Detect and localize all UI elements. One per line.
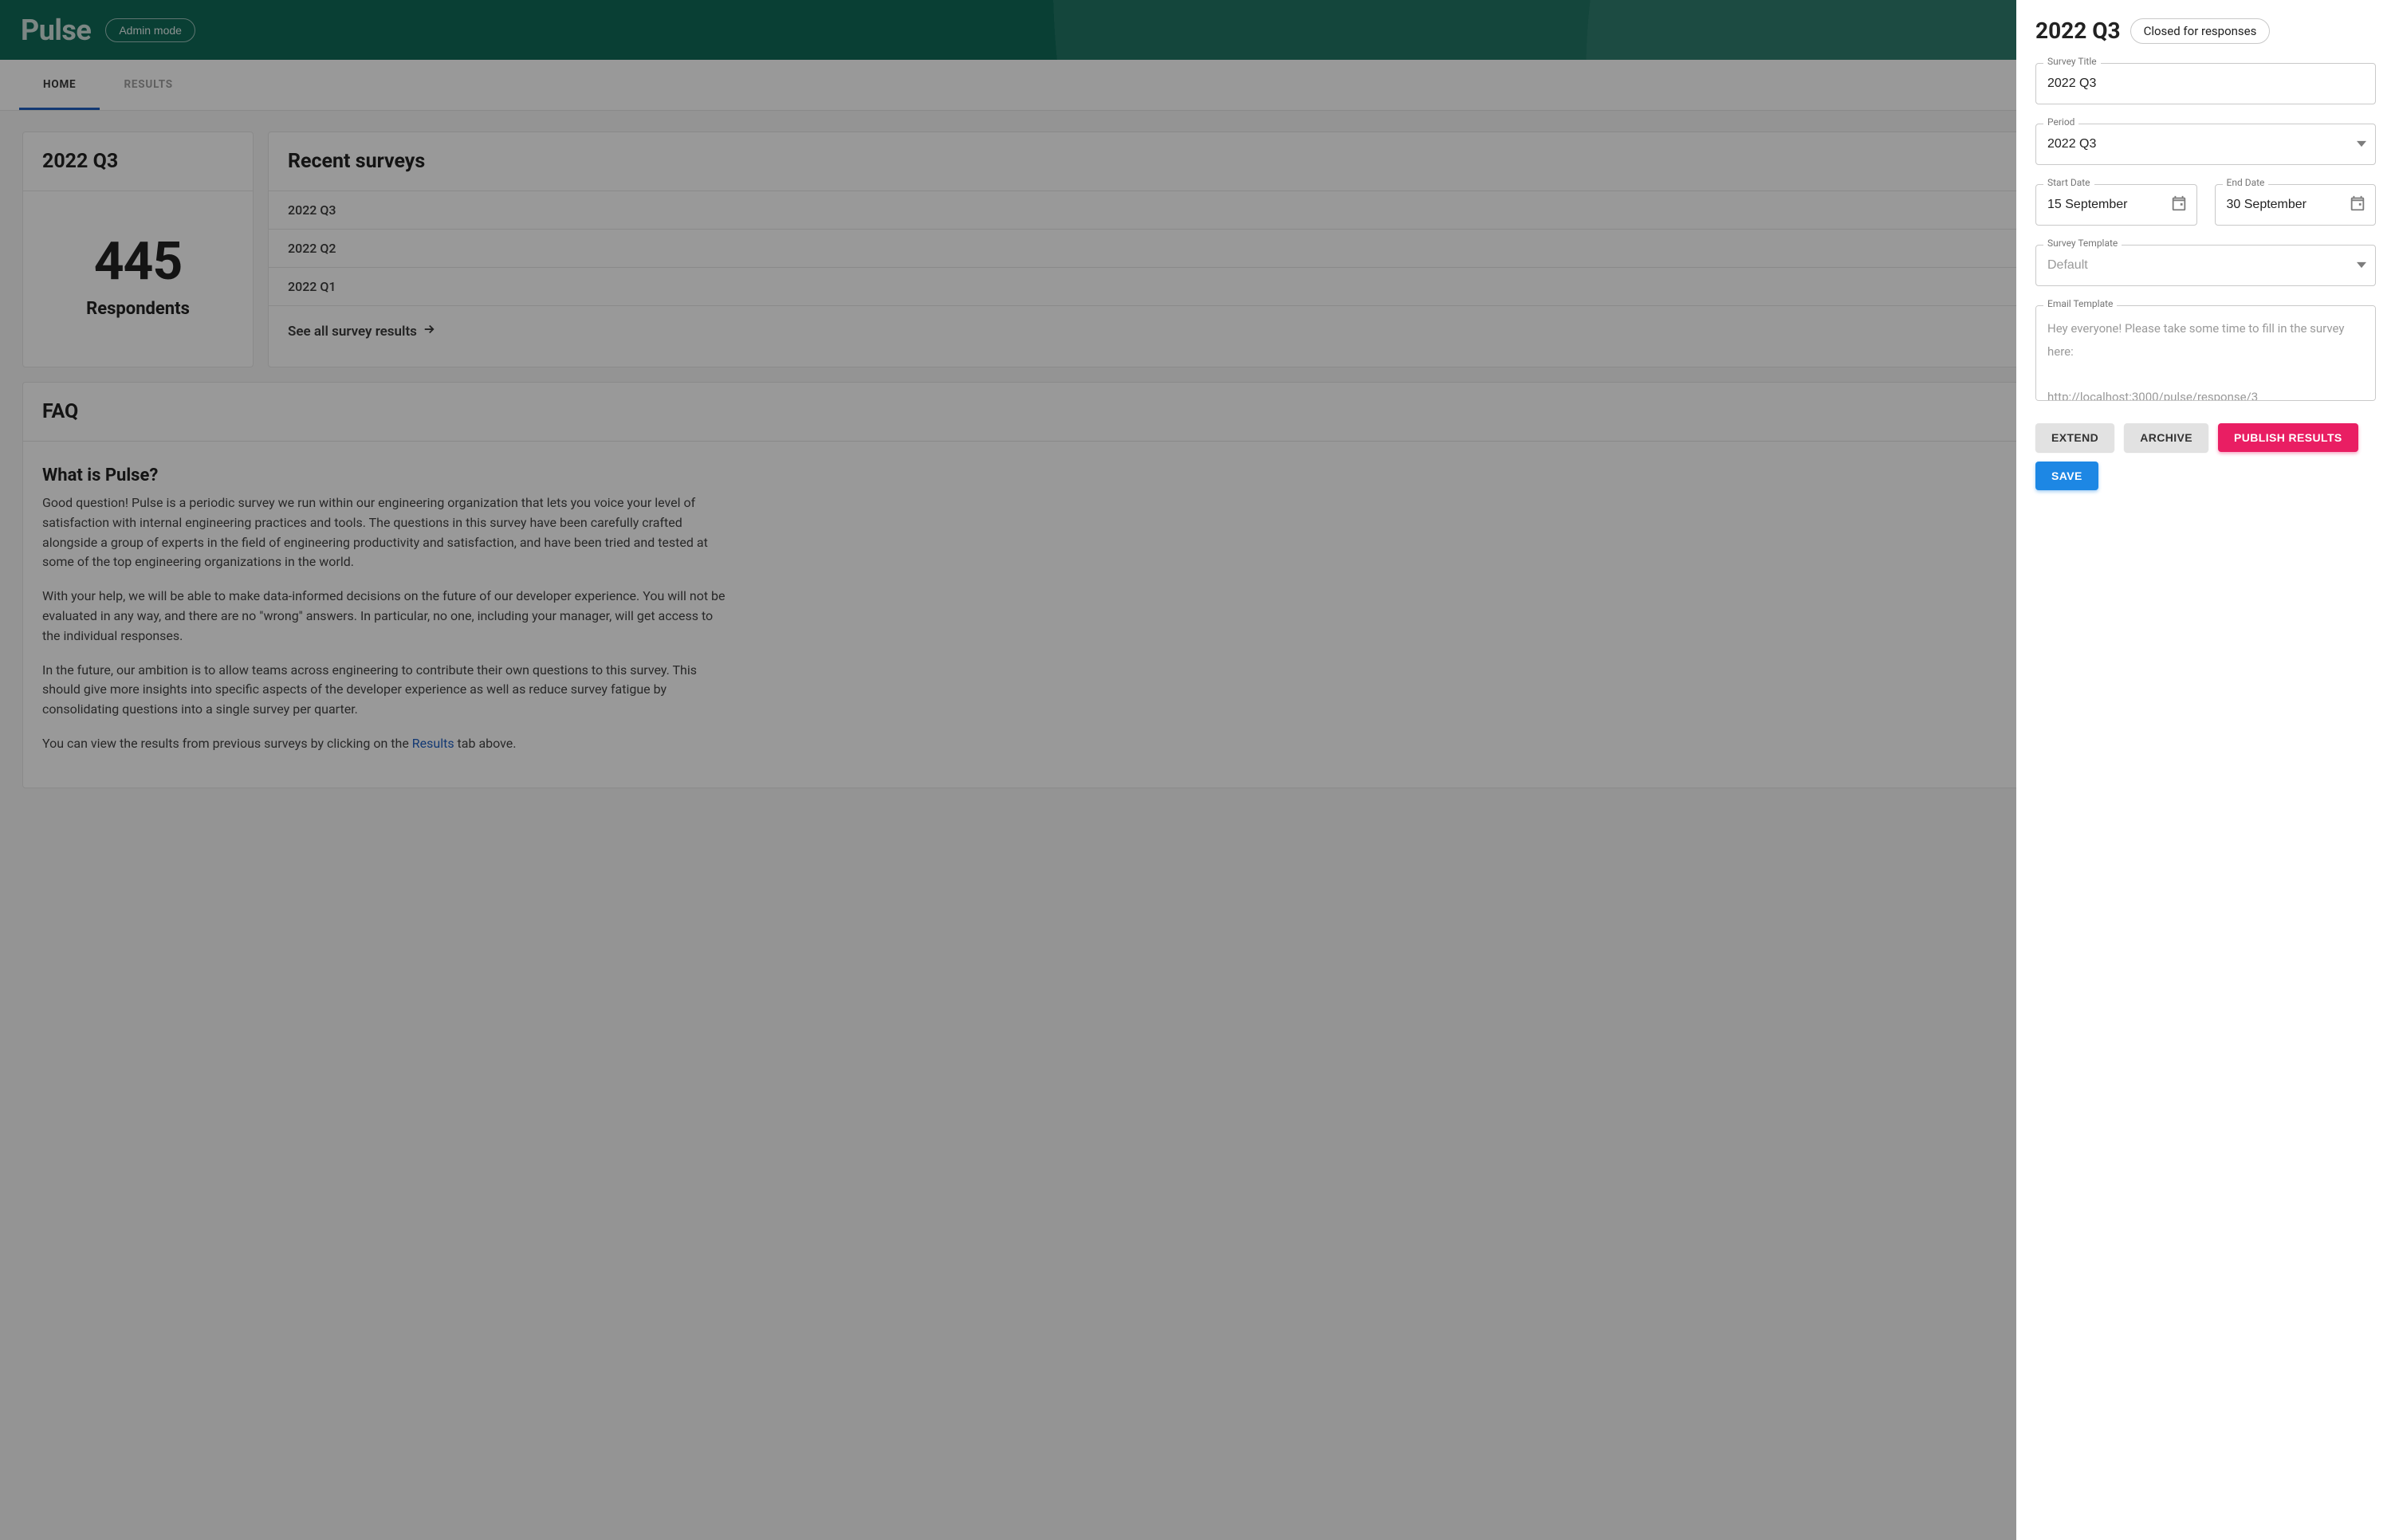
email-template-label: Email Template [2043,298,2117,309]
panel-title: 2022 Q3 [2035,18,2121,44]
survey-template-label: Survey Template [2043,238,2122,249]
survey-template-select[interactable] [2035,245,2376,286]
start-date-label: Start Date [2043,177,2094,188]
publish-results-button[interactable]: PUBLISH RESULTS [2218,423,2358,452]
end-date-label: End Date [2223,177,2269,188]
status-badge: Closed for responses [2130,18,2271,44]
save-button[interactable]: SAVE [2035,462,2098,490]
start-date-input[interactable] [2035,184,2197,226]
archive-button[interactable]: ARCHIVE [2124,423,2208,452]
period-label: Period [2043,116,2078,128]
survey-title-input[interactable] [2035,63,2376,104]
survey-edit-panel: 2022 Q3 Closed for responses Survey Titl… [2016,0,2395,1540]
end-date-input[interactable] [2215,184,2377,226]
period-select[interactable] [2035,124,2376,165]
survey-title-label: Survey Title [2043,56,2101,67]
extend-button[interactable]: EXTEND [2035,423,2114,452]
email-template-textarea[interactable]: Hey everyone! Please take some time to f… [2035,305,2376,401]
